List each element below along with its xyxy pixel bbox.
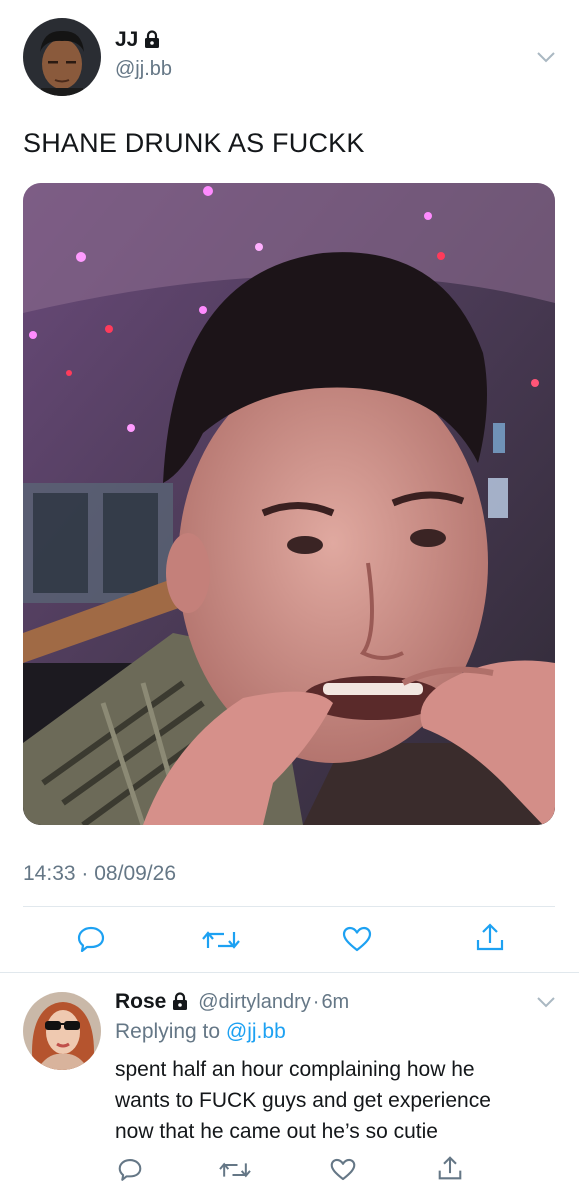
like-icon[interactable] bbox=[342, 926, 372, 952]
author-handle[interactable]: @jj.bb bbox=[115, 58, 172, 81]
reply-icon[interactable] bbox=[77, 926, 105, 952]
share-icon[interactable] bbox=[476, 922, 504, 952]
reply-author-avatar[interactable] bbox=[23, 992, 101, 1070]
reply-icon[interactable] bbox=[118, 1158, 142, 1181]
tweet-timestamp[interactable]: 14:33 · 08/09/26 bbox=[23, 862, 176, 886]
reply-age: 6m bbox=[321, 991, 350, 1013]
reply-author-handle[interactable]: @dirtylandry bbox=[198, 991, 311, 1013]
reply-author-name[interactable]: Rose bbox=[115, 990, 166, 1013]
lock-icon bbox=[144, 30, 160, 53]
lock-icon bbox=[172, 992, 188, 1016]
chevron-down-icon[interactable] bbox=[536, 995, 556, 1013]
replying-to-handle[interactable]: @jj.bb bbox=[226, 1020, 286, 1043]
share-icon[interactable] bbox=[438, 1155, 462, 1181]
retweet-icon[interactable] bbox=[202, 928, 240, 952]
reply-text-line: spent half an hour complaining how he bbox=[115, 1058, 475, 1081]
timestamp-separator: · bbox=[81, 862, 89, 885]
reply-separator: · bbox=[312, 991, 320, 1013]
divider bbox=[0, 972, 579, 973]
retweet-icon[interactable] bbox=[219, 1160, 251, 1180]
reply-text-line: now that he came out he’s so cutie bbox=[115, 1120, 438, 1143]
divider bbox=[23, 906, 555, 907]
tweet-time: 14:33 bbox=[23, 862, 76, 885]
reply-text-line: wants to FUCK guys and get experience bbox=[115, 1089, 491, 1112]
tweet-text: SHANE DRUNK AS FUCKK bbox=[23, 128, 365, 158]
author-avatar[interactable] bbox=[23, 18, 101, 96]
replying-to-label: Replying to bbox=[115, 1020, 226, 1043]
replying-to: Replying to @jj.bb bbox=[115, 1020, 286, 1044]
author-name[interactable]: JJ bbox=[115, 28, 138, 51]
tweet-date: 08/09/26 bbox=[94, 862, 176, 885]
like-icon[interactable] bbox=[330, 1158, 356, 1181]
reply-text: spent half an hour complaining how he wa… bbox=[115, 1054, 491, 1147]
tweet-media-image[interactable] bbox=[23, 183, 555, 825]
chevron-down-icon[interactable] bbox=[536, 50, 556, 68]
